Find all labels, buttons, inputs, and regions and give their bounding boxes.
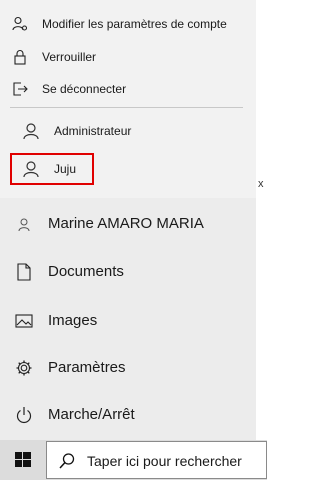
change-account-settings-label: Modifier les paramètres de compte <box>42 17 227 31</box>
settings-item[interactable]: Paramètres <box>0 344 256 392</box>
power-icon <box>16 407 32 424</box>
separator <box>10 107 243 108</box>
user-icon <box>23 123 39 140</box>
search-placeholder: Taper ici pour rechercher <box>87 453 242 469</box>
images-label: Images <box>48 312 98 329</box>
documents-item[interactable]: Documents <box>0 248 256 296</box>
search-icon <box>59 453 75 469</box>
document-icon <box>17 263 31 281</box>
sign-out-item[interactable]: Se déconnecter <box>0 72 256 106</box>
windows-logo-icon <box>15 452 31 467</box>
lock-label: Verrouiller <box>42 50 97 64</box>
start-menu-rail: Marine AMARO MARIA Documents Images Para… <box>0 198 256 440</box>
background-window-strip: x <box>256 0 267 440</box>
highlight-box <box>10 153 94 185</box>
images-item[interactable]: Images <box>0 297 256 345</box>
user-name-label: Administrateur <box>54 124 132 138</box>
change-account-settings-item[interactable]: Modifier les paramètres de compte <box>0 7 256 41</box>
current-user-account[interactable]: Marine AMARO MARIA <box>0 200 256 248</box>
power-item[interactable]: Marche/Arrêt <box>0 391 256 439</box>
lock-item[interactable]: Verrouiller <box>0 40 256 74</box>
documents-label: Documents <box>48 263 124 280</box>
settings-label: Paramètres <box>48 359 126 376</box>
start-menu: Modifier les paramètres de compte Verrou… <box>0 0 256 440</box>
gear-icon <box>16 360 32 376</box>
background-text-fragment: x <box>258 178 264 190</box>
sign-out-label: Se déconnecter <box>42 82 127 96</box>
start-button[interactable] <box>0 440 46 480</box>
switch-user-administrateur[interactable]: Administrateur <box>0 113 256 149</box>
taskbar: Taper ici pour rechercher <box>0 440 267 480</box>
current-user-name: Marine AMARO MARIA <box>48 215 204 232</box>
sign-out-icon <box>13 82 28 96</box>
lock-icon <box>14 50 26 65</box>
user-icon <box>18 218 30 232</box>
taskbar-search-input[interactable]: Taper ici pour rechercher <box>46 441 267 479</box>
user-settings-icon <box>12 16 28 31</box>
image-icon <box>15 314 33 328</box>
power-label: Marche/Arrêt <box>48 406 135 423</box>
